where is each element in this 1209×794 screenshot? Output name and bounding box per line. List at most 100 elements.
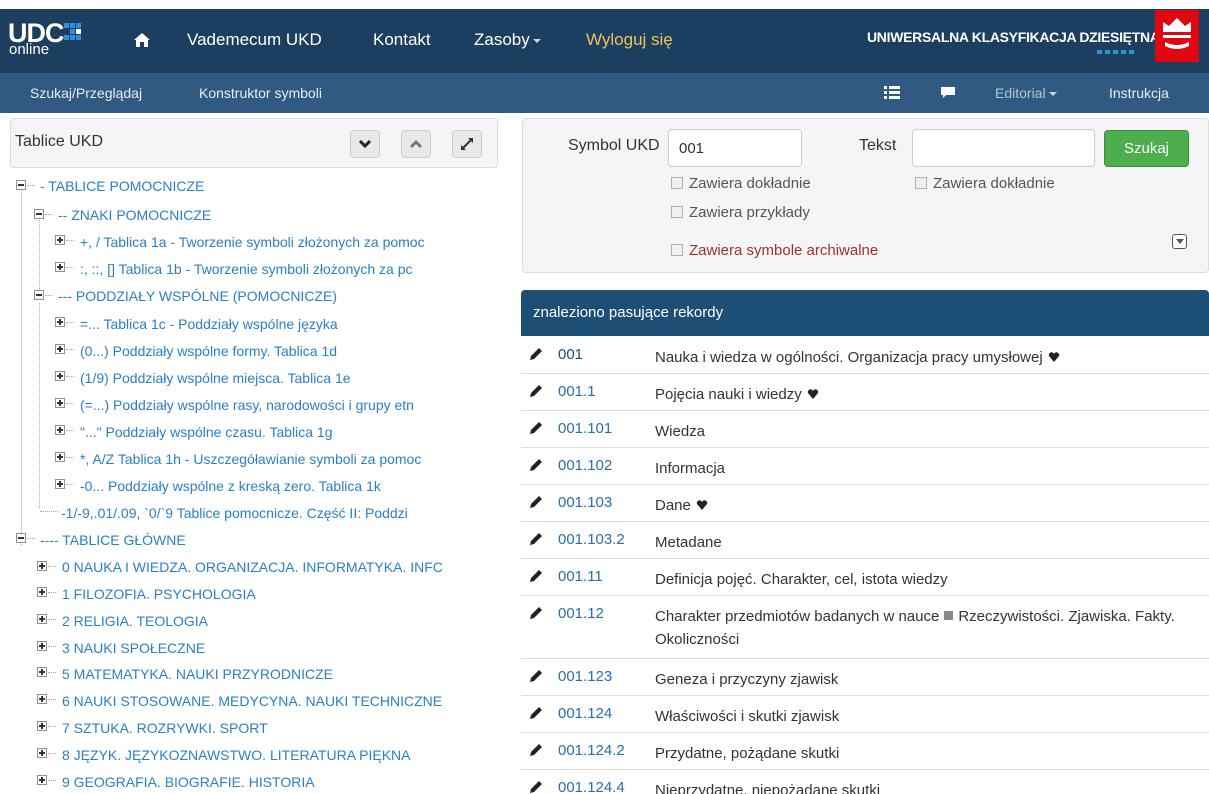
tree-expand-icon[interactable] [55,317,65,327]
edit-icon[interactable] [529,706,543,720]
comment-icon[interactable] [940,86,956,100]
tree-item[interactable]: (=...) Poddziały wspólne rasy, narodowoś… [80,396,414,414]
edit-icon[interactable] [529,421,543,435]
tree-expand-icon[interactable] [55,371,65,381]
expand-heart-icon[interactable] [807,389,819,399]
tree-expand-icon[interactable] [55,425,65,435]
nav-szukaj[interactable]: Szukaj/Przeglądaj [30,85,142,101]
expand-heart-icon[interactable] [696,500,708,510]
tree-expand-icon[interactable] [37,694,47,704]
tree-item[interactable]: 8 JĘZYK. JĘZYKOZNAWSTWO. LITERATURA PIĘK… [62,746,411,764]
tree-item[interactable]: -1/-9,.01/.09, `0/`9 Tablice pomocnicze.… [61,504,408,522]
tree-item[interactable]: 0 NAUKA I WIEDZA. ORGANIZACJA. INFORMATY… [62,558,443,576]
tree-item[interactable]: -- ZNAKI POMOCNICZE [58,206,211,224]
result-code[interactable]: 001.124.2 [558,742,625,759]
tree-item[interactable]: 6 NAUKI STOSOWANE. MEDYCYNA. NAUKI TECHN… [62,692,442,710]
edit-icon[interactable] [529,606,543,620]
tree-expand-icon[interactable] [55,344,65,354]
result-row[interactable]: 001.102 Informacja [521,448,1209,485]
edit-icon[interactable] [529,743,543,757]
tree-item[interactable]: 7 SZTUKA. ROZRYWKI. SPORT [62,719,268,737]
tree-expand-icon[interactable] [55,235,65,245]
tree-expand-icon[interactable] [37,561,47,571]
tree-toggle-icon[interactable] [34,209,44,219]
nav-editorial[interactable]: Editorial [995,85,1057,101]
result-row[interactable]: 001.123 Geneza i przyczyny zjawisk [521,659,1209,696]
tree-item[interactable]: =... Tablica 1c - Poddziały wspólne języ… [80,315,338,333]
edit-icon[interactable] [529,458,543,472]
tree-toggle-icon[interactable] [16,533,26,543]
result-row[interactable]: 001.124.2 Przydatne, pożądane skutki [521,733,1209,770]
text-input[interactable] [912,129,1095,167]
result-row[interactable]: 001.12 Charakter przedmiotów badanych w n… [521,596,1209,659]
result-code[interactable]: 001.123 [558,668,612,685]
examples-checkbox[interactable]: Zawiera przykłady [671,204,810,222]
tree-expand-icon[interactable] [55,479,65,489]
fullscreen-button[interactable] [452,130,482,158]
edit-icon[interactable] [529,669,543,683]
result-row[interactable]: 001.11 Definicja pojęć. Charakter, cel, i… [521,559,1209,596]
tree-item[interactable]: (1/9) Poddziały wspólne miejsca. Tablica… [80,369,351,387]
home-icon[interactable] [133,31,151,49]
tree-expand-icon[interactable] [55,452,65,462]
tree-toggle-icon[interactable] [16,180,26,190]
edit-icon[interactable] [529,384,543,398]
tree-item[interactable]: - TABLICE POMOCNICZE [40,177,204,195]
tree-expand-icon[interactable] [37,587,47,597]
tree-expand-icon[interactable] [37,667,47,677]
tree-item[interactable]: -0... Poddziały wspólne z kreską zero. T… [80,477,381,495]
result-row[interactable]: 001 Nauka i wiedza w ogólności. Organizac… [521,337,1209,374]
result-row[interactable]: 001.124 Właściwości i skutki zjawisk [521,696,1209,733]
edit-icon[interactable] [529,780,543,794]
search-button[interactable]: Szukaj [1104,130,1189,167]
nav-instrukcja[interactable]: Instrukcja [1109,85,1169,101]
result-code[interactable]: 001.124 [558,705,612,722]
tree-item[interactable]: *, A/Z Tablica 1h - Uszczegóławianie sym… [80,450,421,468]
tree-item[interactable]: +, / Tablica 1a - Tworzenie symboli złoż… [80,233,425,251]
symbol-input[interactable] [668,129,802,167]
tree-expand-icon[interactable] [37,748,47,758]
tree-item[interactable]: --- PODDZIAŁY WSPÓLNE (POMOCNICZE) [58,287,337,305]
tree-toggle-icon[interactable] [34,290,44,300]
tree-item[interactable]: ---- TABLICE GŁÓWNE [40,531,186,549]
tree-expand-icon[interactable] [55,398,65,408]
tree-item[interactable]: (0...) Poddziały wspólne formy. Tablica … [80,342,337,360]
result-row[interactable]: 001.101 Wiedza [521,411,1209,448]
result-code[interactable]: 001.103.2 [558,531,625,548]
list-icon[interactable] [884,86,900,100]
tree-item[interactable]: "..." Poddziały wspólne czasu. Tablica 1… [80,423,333,441]
exact-symbol-checkbox[interactable]: Zawiera dokładnie [671,175,811,193]
result-code[interactable]: 001.101 [558,420,612,437]
result-row[interactable]: 001.124.4 Nieprzydatne, niepożądane skutk… [521,770,1209,794]
tree-item[interactable]: :, ::, [] Tablica 1b - Tworzenie symboli… [80,260,413,278]
udc-online-logo[interactable]: UDC online [8,19,88,65]
result-row[interactable]: 001.103 Dane [521,485,1209,522]
collapse-button[interactable] [350,130,380,158]
edit-icon[interactable] [529,495,543,509]
result-code[interactable]: 001.12 [558,605,604,622]
exact-text-checkbox[interactable]: Zawiera dokładnie [915,175,1055,193]
nav-zasoby[interactable]: Zasoby [474,29,541,51]
tree-expand-icon[interactable] [55,262,65,272]
tree-expand-icon[interactable] [37,641,47,651]
tree-item[interactable]: 2 RELIGIA. TEOLOGIA [62,612,208,630]
edit-icon[interactable] [529,347,543,361]
tree-item[interactable]: 1 FILOZOFIA. PSYCHOLOGIA [62,585,256,603]
expand-heart-icon[interactable] [1048,352,1060,362]
result-code[interactable]: 001.124.4 [558,779,625,794]
expand-up-button[interactable] [401,130,431,158]
result-code[interactable]: 001 [558,346,583,363]
tree-expand-icon[interactable] [37,614,47,624]
result-code[interactable]: 001.1 [558,383,596,400]
edit-icon[interactable] [529,532,543,546]
tree-expand-icon[interactable] [37,775,47,785]
archival-checkbox[interactable]: Zawiera symbole archiwalne [671,242,878,260]
nav-kontakt[interactable]: Kontakt [373,29,431,51]
nav-wyloguj[interactable]: Wyloguj się [586,29,673,51]
nav-vademecum[interactable]: Vademecum UKD [187,29,322,51]
result-code[interactable]: 001.102 [558,457,612,474]
result-code[interactable]: 001.11 [558,568,603,585]
result-row[interactable]: 001.103.2 Metadane [521,522,1209,559]
tree-item[interactable]: 3 NAUKI SPOŁECZNE [62,639,205,657]
edit-icon[interactable] [529,569,543,583]
